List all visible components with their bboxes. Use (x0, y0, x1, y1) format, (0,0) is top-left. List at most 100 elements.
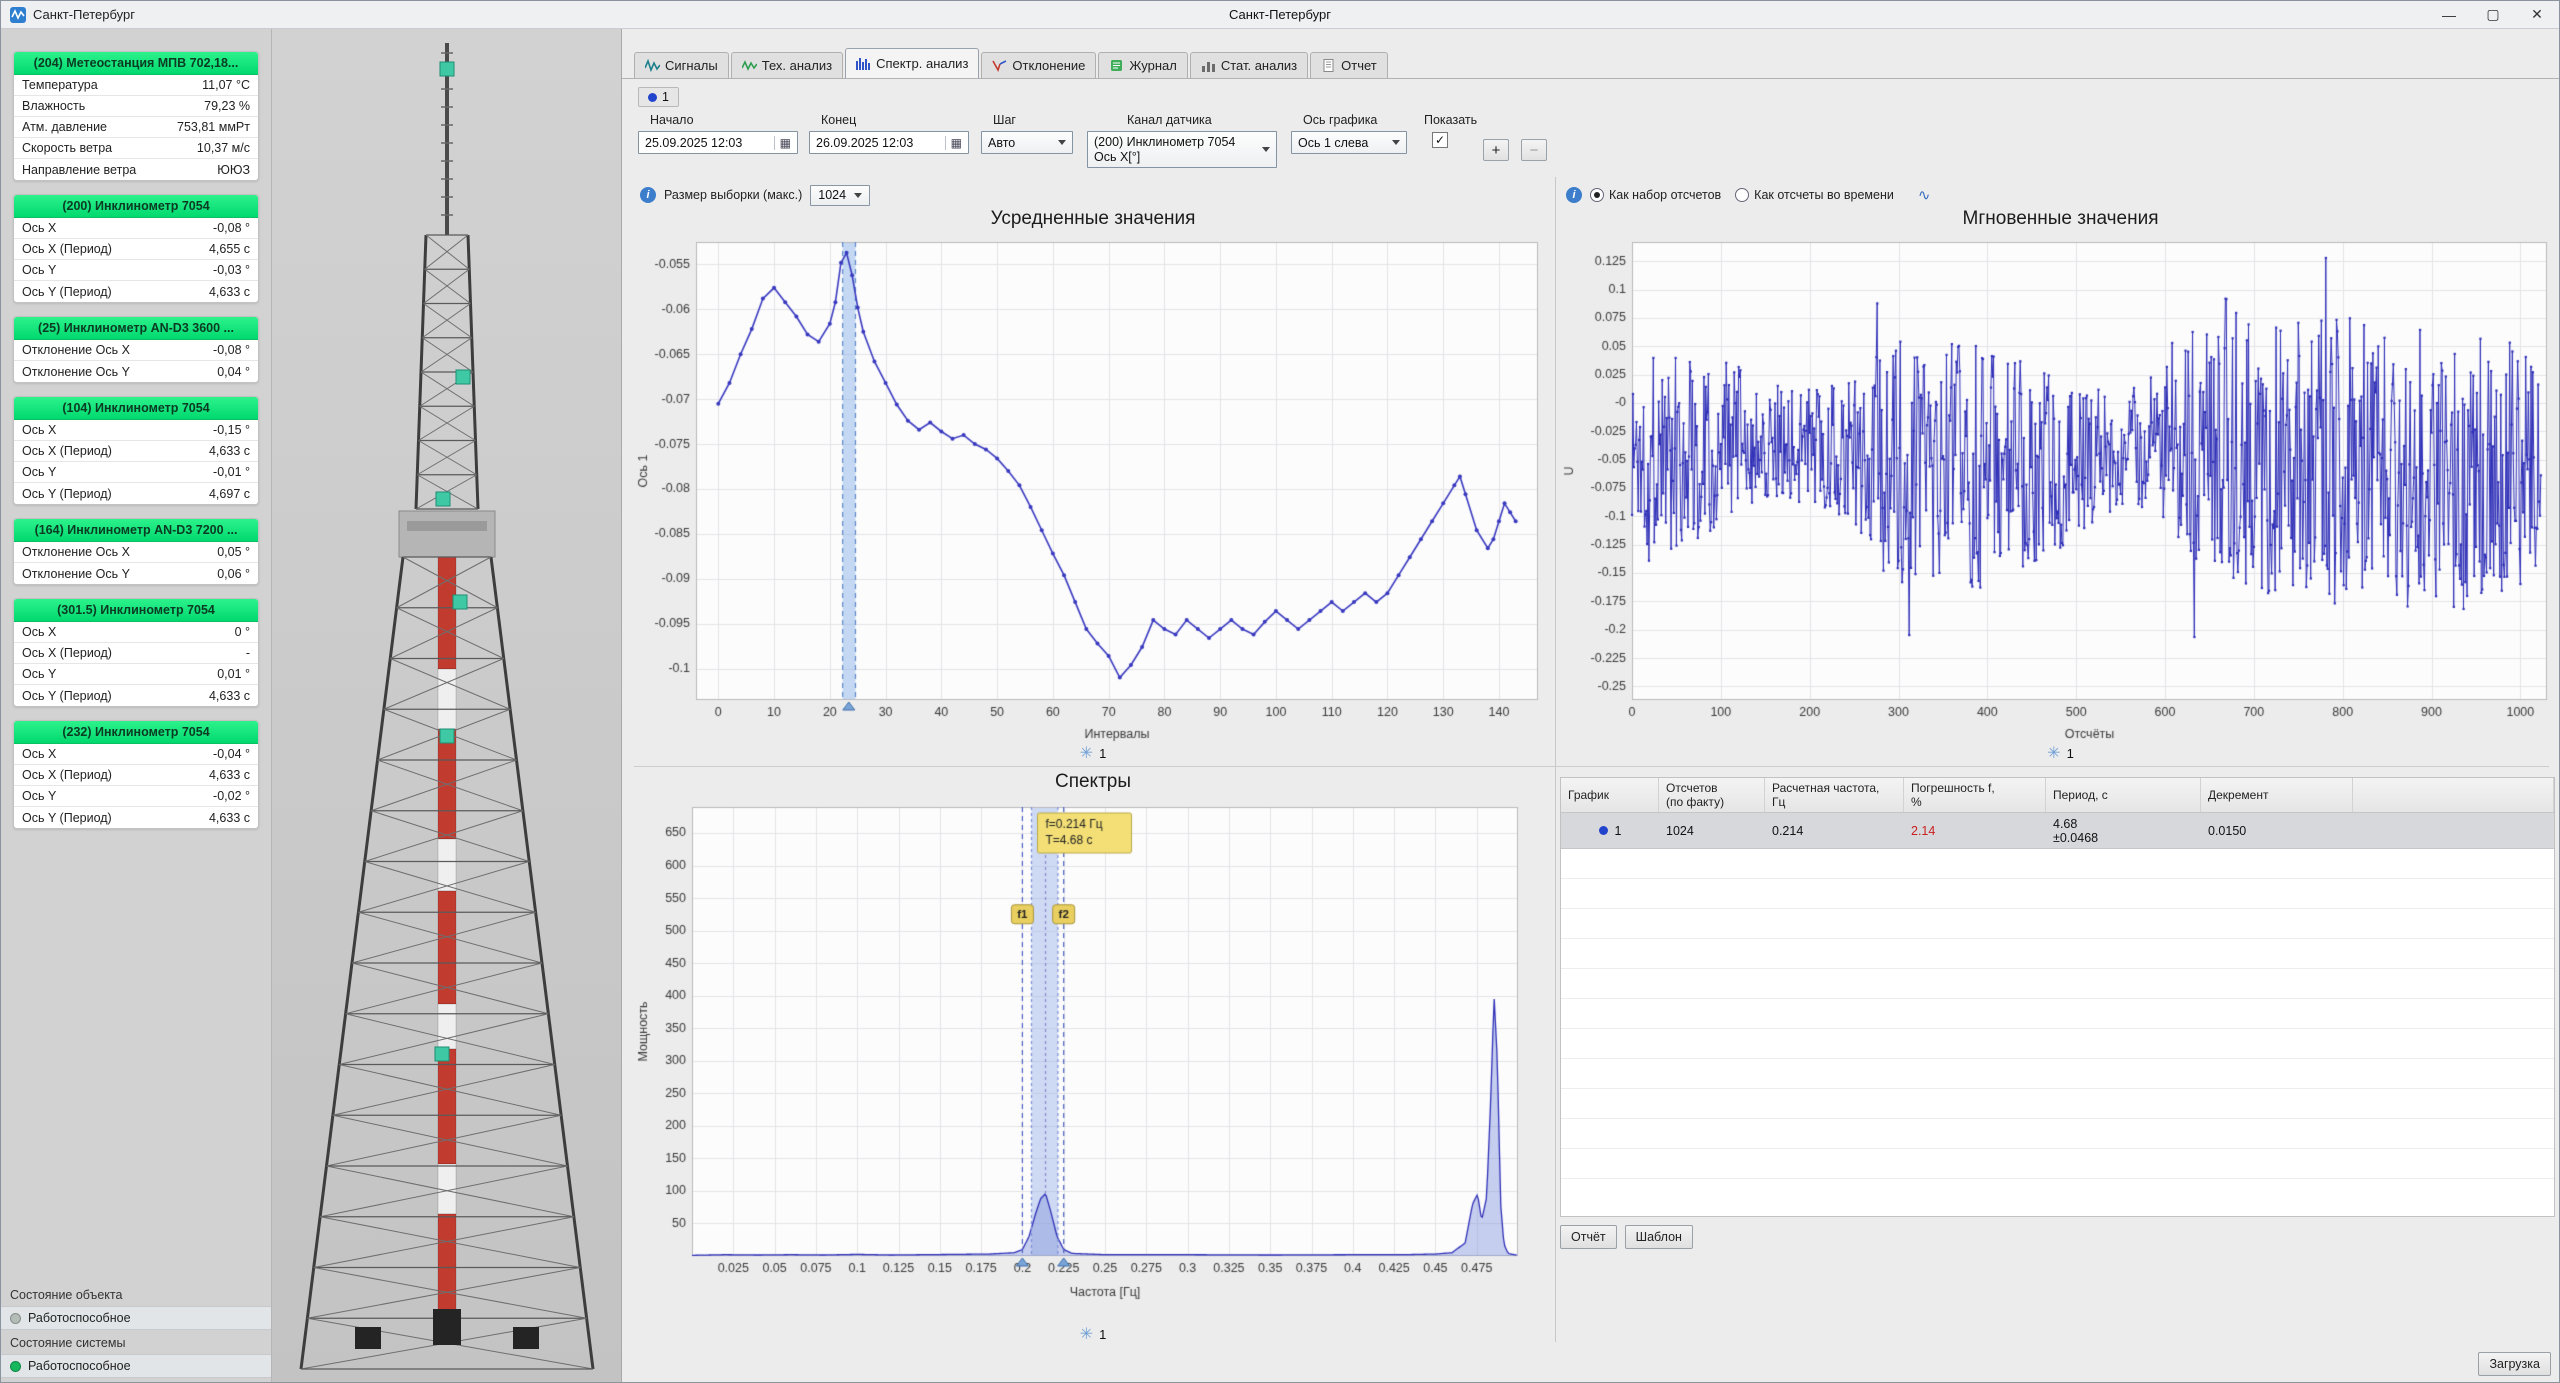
table-row[interactable] (1561, 1149, 2554, 1179)
table-cell-samples: 1024 (1659, 813, 1765, 848)
tab-tech-analysis[interactable]: Тех. анализ (731, 52, 843, 78)
tab-journal[interactable]: Журнал (1098, 52, 1187, 78)
averaged-chart-title: Усредненные значения (634, 208, 1552, 230)
start-datetime-input[interactable]: 25.09.2025 12:03 ▦ (638, 131, 798, 154)
table-header-cell[interactable] (2353, 778, 2554, 812)
sensor-value: 0,04 ° (217, 365, 250, 379)
window-controls: — ▢ ✕ (2427, 1, 2559, 28)
sensor-label: Ось Y (Период) (22, 811, 112, 825)
show-checkbox[interactable]: ✓ (1432, 132, 1448, 148)
sensor-label: Ось X (Период) (22, 646, 112, 660)
end-datetime-input[interactable]: 26.09.2025 12:03 ▦ (809, 131, 969, 154)
chart-column-divider (1555, 177, 1556, 1342)
table-row[interactable] (1561, 1089, 2554, 1119)
table-cell-error: 2.14 (1904, 813, 2046, 848)
sensor-panel-header[interactable]: (164) Инклинометр AN-D3 7200 ... (14, 519, 258, 542)
report-button[interactable]: Отчёт (1560, 1225, 1617, 1249)
sample-size-select[interactable]: 1024 (810, 185, 870, 206)
averaged-chart-panel: i Размер выборки (макс.) 1024 Усредненны… (634, 180, 1552, 772)
view-mode-radio[interactable]: Как набор отсчетов (1590, 188, 1721, 202)
start-datetime-value: 25.09.2025 12:03 (645, 136, 742, 150)
tab-spectrum-analysis[interactable]: Спектр. анализ (845, 48, 979, 78)
tab-signals[interactable]: Сигналы (634, 52, 729, 78)
table-row[interactable] (1561, 1029, 2554, 1059)
tab-report[interactable]: Отчет (1310, 52, 1388, 78)
sensor-label: Ось Y (22, 789, 56, 803)
instant-chart-canvas[interactable] (1560, 232, 2560, 746)
table-header-cell[interactable]: Погрешность f,% (1904, 778, 2046, 812)
minimize-button[interactable]: — (2427, 1, 2471, 28)
table-row[interactable] (1561, 999, 2554, 1029)
sensor-row: Ось X-0,08 ° (14, 218, 258, 239)
tower-image (272, 29, 622, 1382)
window-title: Санкт-Петербург (33, 7, 135, 22)
close-button[interactable]: ✕ (2515, 1, 2559, 28)
remove-series-button[interactable]: − (1521, 139, 1547, 161)
sensor-row: Скорость ветра10,37 м/с (14, 138, 258, 159)
spectra-chart-canvas[interactable] (634, 799, 1552, 1304)
time-series-toggle-icon[interactable]: ∿ (1918, 186, 1931, 204)
calendar-icon[interactable]: ▦ (945, 136, 962, 150)
view-mode-radio[interactable]: Как отсчеты во времени (1735, 188, 1894, 202)
sensor-label: Ось X (Период) (22, 768, 112, 782)
sensor-row: Ось X (Период)4,633 с (14, 765, 258, 786)
checkmark-icon: ✓ (1435, 133, 1445, 147)
sensor-channel-select[interactable]: (200) Инклинометр 7054 Ось X[°] (1087, 131, 1277, 168)
table-header-cell[interactable]: Декремент (2201, 778, 2353, 812)
step-select[interactable]: Авто (981, 131, 1073, 154)
sidebar-spacer (1, 842, 271, 1282)
load-button[interactable]: Загрузка (2478, 1352, 2551, 1376)
table-header-cell[interactable]: Период, с (2046, 778, 2201, 812)
calendar-icon[interactable]: ▦ (774, 136, 791, 150)
table-row[interactable] (1561, 969, 2554, 999)
table-body: 110240.2142.144.68±0.04680.0150 (1561, 813, 2554, 1179)
main-area: Сигналы Тех. анализСпектр. анализОтклонен… (622, 29, 2559, 1382)
sensor-panel-header[interactable]: (301.5) Инклинометр 7054 (14, 599, 258, 622)
sensor-label: Атм. давление (22, 120, 107, 134)
legend-label: 1 (1099, 746, 1106, 761)
template-button[interactable]: Шаблон (1625, 1225, 1693, 1249)
table-row[interactable] (1561, 879, 2554, 909)
graph-axis-label: Ось графика (1303, 113, 1407, 127)
table-cell-graph: 1 (1561, 813, 1659, 848)
sensor-panel-header[interactable]: (200) Инклинометр 7054 (14, 195, 258, 218)
sensor-panel-header[interactable]: (25) Инклинометр AN-D3 3600 ... (14, 317, 258, 340)
info-icon: i (640, 187, 656, 203)
sensor-label: Отклонение Ось Y (22, 567, 130, 581)
sensor-row: Отклонение Ось Y0,04 ° (14, 361, 258, 382)
sensor-value: -0,08 ° (213, 221, 250, 235)
sensor-row: Отклонение Ось X0,05 ° (14, 542, 258, 563)
table-row[interactable] (1561, 939, 2554, 969)
object-status-bar: Работоспособное (1, 1306, 271, 1330)
sensor-label: Ось Y (22, 263, 56, 277)
analysis-tabbar: Сигналы Тех. анализСпектр. анализОтклонен… (622, 49, 2559, 79)
sensor-value: -0,03 ° (213, 263, 250, 277)
averaged-chart-canvas[interactable] (634, 232, 1552, 746)
sensor-label: Ось Y (Период) (22, 689, 112, 703)
sensor-panel-header[interactable]: (104) Инклинометр 7054 (14, 397, 258, 420)
table-row[interactable] (1561, 1059, 2554, 1089)
sensor-panel-header[interactable]: (232) Инклинометр 7054 (14, 721, 258, 744)
table-header-cell[interactable]: Отсчетов(по факту) (1659, 778, 1765, 812)
graph-axis-select[interactable]: Ось 1 слева (1291, 131, 1407, 154)
table-row[interactable]: 110240.2142.144.68±0.04680.0150 (1561, 813, 2554, 849)
tab-label: Сигналы (665, 58, 718, 73)
table-header-cell[interactable]: График (1561, 778, 1659, 812)
maximize-button[interactable]: ▢ (2471, 1, 2515, 28)
averaged-chart-legend[interactable]: ✳ 1 (634, 746, 1552, 761)
instant-chart-legend[interactable]: ✳ 1 (1560, 746, 2560, 761)
sensor-panel: (200) Инклинометр 7054Ось X-0,08 °Ось X … (13, 194, 259, 303)
graph-axis-value: Ось 1 слева (1298, 136, 1368, 150)
sensor-row: Отклонение Ось X-0,08 ° (14, 340, 258, 361)
series-chip[interactable]: 1 (638, 87, 679, 107)
table-row[interactable] (1561, 1119, 2554, 1149)
table-row[interactable] (1561, 849, 2554, 879)
spectra-chart-legend[interactable]: ✳ 1 (634, 1327, 1552, 1342)
sensor-panel-header[interactable]: (204) Метеостанция МПВ 702,18... (14, 52, 258, 75)
table-row[interactable] (1561, 909, 2554, 939)
add-series-button[interactable]: + (1483, 139, 1509, 161)
tab-deviation[interactable]: Отклонение (981, 52, 1096, 78)
tab-stat-analysis[interactable]: Стат. анализ (1190, 52, 1308, 78)
sample-size-label: Размер выборки (макс.) (664, 188, 802, 202)
table-header-cell[interactable]: Расчетная частота,Гц (1765, 778, 1904, 812)
